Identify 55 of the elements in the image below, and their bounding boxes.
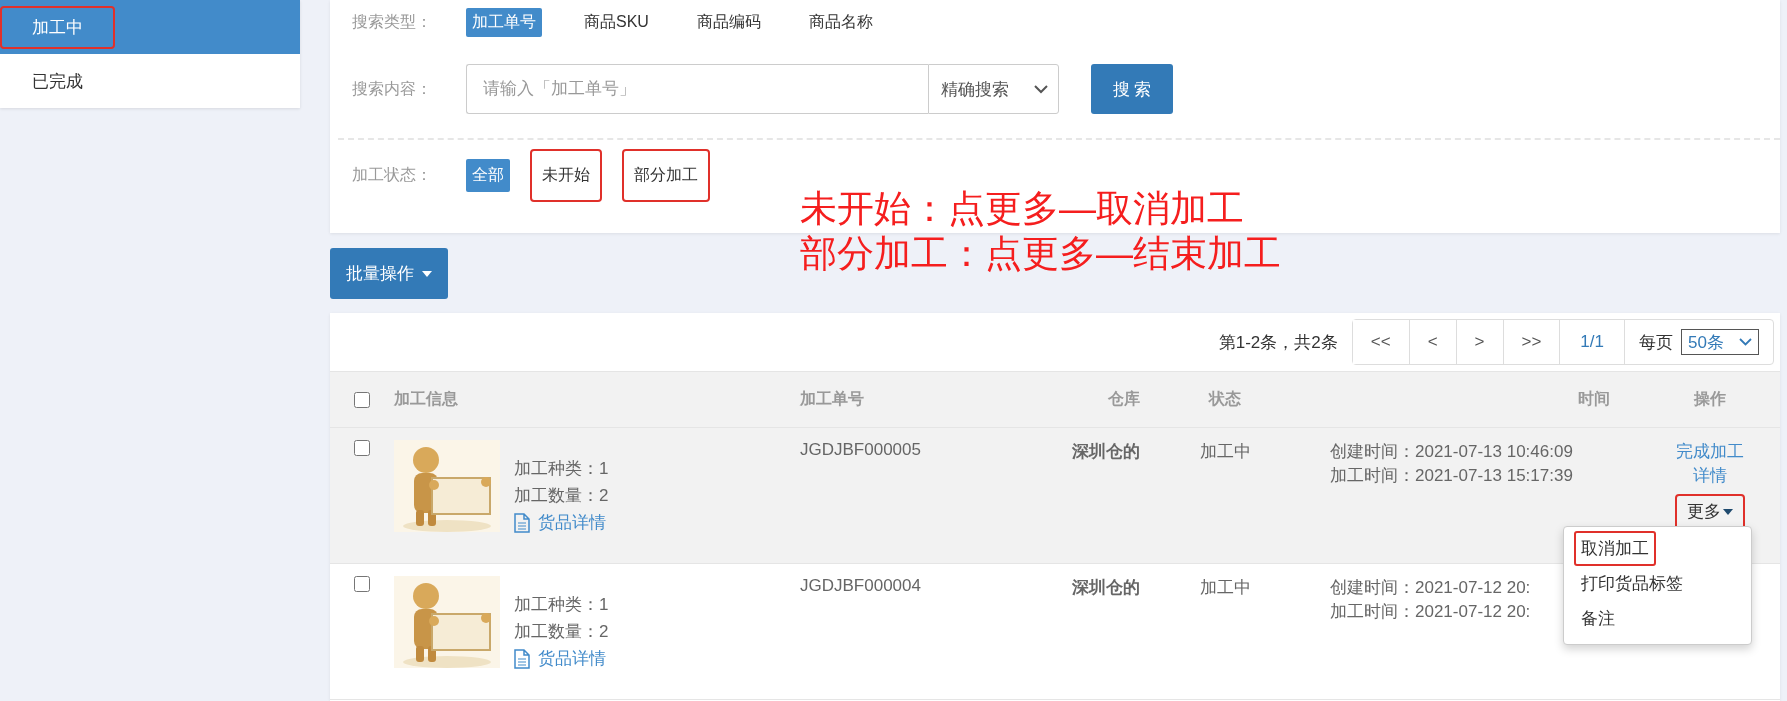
per-page-label: 每页 (1639, 331, 1673, 354)
warehouse-name: 深圳仓的 (1072, 578, 1140, 597)
sidebar-item[interactable]: 加工中 (0, 0, 300, 54)
page-button[interactable]: << (1352, 320, 1410, 364)
sidebar-item[interactable]: 已完成 (0, 54, 300, 108)
time-text: 创建时间：2021-07-12 20: (1330, 577, 1531, 599)
caret-icon (1723, 509, 1733, 515)
record-count: 第1-2条，共2条 (1218, 331, 1338, 354)
annotation-text: 未开始：点更多—取消加工 (800, 190, 1244, 227)
warehouse-name: 深圳仓的 (1072, 442, 1140, 461)
search-type-option[interactable]: 商品编码 (690, 7, 767, 37)
time-text: 创建时间：2021-07-13 10:46:09 (1330, 441, 1573, 463)
status-text: 加工中 (1199, 578, 1251, 597)
menu-item[interactable]: 取消加工 (1574, 531, 1656, 566)
batch-actions-button[interactable]: 批量操作 (330, 248, 448, 299)
select-all-checkbox[interactable] (354, 391, 370, 408)
field-label: 搜索类型： (352, 11, 433, 32)
status-option[interactable]: 未开始 (530, 148, 602, 202)
field-label: 搜索内容： (352, 78, 433, 99)
annotation-text: 部分加工：点更多—结束加工 (800, 235, 1281, 272)
goods-detail-link[interactable]: 货品详情 (514, 645, 609, 672)
column-header: 状态 (1209, 390, 1241, 407)
field-label: 加工状态： (352, 164, 433, 185)
status-option[interactable]: 全部 (466, 158, 510, 192)
column-header: 时间 (1578, 390, 1610, 407)
order-number: JGDJBF000004 (800, 576, 921, 595)
search-type-option[interactable]: 加工单号 (466, 7, 542, 37)
info-text: 加工种类：1 (514, 458, 609, 480)
info-text: 加工数量：2 (514, 621, 609, 643)
column-header: 操作 (1694, 390, 1726, 407)
search-mode-dropdown[interactable]: 精确搜索 (928, 64, 1059, 114)
column-header: 加工单号 (800, 390, 864, 407)
document-icon (514, 648, 530, 669)
column-header: 加工信息 (394, 390, 458, 407)
status-option[interactable]: 部分加工 (622, 148, 710, 202)
search-type-option[interactable]: 商品名称 (802, 7, 879, 37)
column-header: 仓库 (1108, 390, 1140, 407)
document-icon (514, 512, 530, 533)
menu-item[interactable]: 备注 (1574, 601, 1622, 636)
per-page-dropdown[interactable]: 50条 (1681, 329, 1759, 355)
info-text: 加工数量：2 (514, 485, 609, 507)
order-number: JGDJBF000005 (800, 440, 921, 459)
search-button[interactable]: 搜 索 (1091, 64, 1173, 114)
menu-item[interactable]: 打印货品标签 (1574, 566, 1690, 601)
info-text: 加工种类：1 (514, 594, 609, 616)
search-type-option[interactable]: 商品SKU (578, 7, 655, 37)
chevron-icon (1739, 338, 1752, 346)
time-text: 加工时间：2021-07-13 15:17:39 (1330, 465, 1573, 487)
caret-icon (422, 270, 432, 277)
search-field[interactable]: 请输入「加工单号」 (466, 64, 928, 114)
status-text: 加工中 (1199, 442, 1251, 461)
time-text: 加工时间：2021-07-12 20: (1330, 601, 1531, 623)
chevron-icon (1034, 84, 1048, 94)
row-checkbox[interactable] (354, 576, 370, 592)
row-checkbox[interactable] (354, 440, 370, 456)
